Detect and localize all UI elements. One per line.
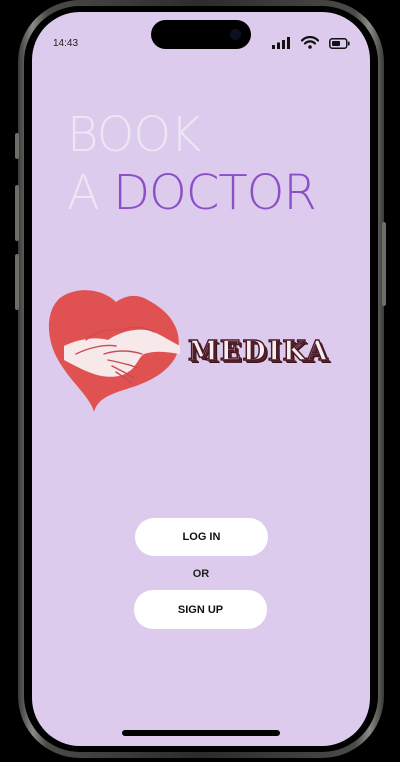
wifi-icon	[300, 36, 320, 54]
dynamic-island	[151, 20, 251, 49]
home-indicator[interactable]	[122, 730, 280, 736]
power-button	[382, 222, 386, 306]
app-screen: 14:43 BOOK A DOCTOR MEDIKA LOG IN OR SIG…	[32, 12, 370, 746]
status-time: 14:43	[53, 38, 79, 49]
status-icons	[272, 36, 350, 54]
title-word-a: A	[67, 165, 114, 221]
volume-up-button	[15, 185, 19, 241]
login-button[interactable]: LOG IN	[135, 518, 268, 556]
action-button	[15, 133, 19, 159]
page-title: BOOK A DOCTOR	[67, 106, 317, 222]
title-line-book: BOOK	[67, 107, 202, 163]
brand-name: MEDIKA	[187, 335, 330, 368]
front-camera	[230, 29, 241, 40]
or-separator: OR	[192, 568, 210, 580]
battery-icon	[329, 36, 350, 54]
cellular-signal-icon	[272, 36, 291, 54]
title-word-doctor: DOCTOR	[113, 165, 317, 221]
volume-down-button	[15, 254, 19, 310]
signup-button[interactable]: SIGN UP	[134, 590, 267, 629]
heart-hands-icon	[48, 290, 180, 412]
